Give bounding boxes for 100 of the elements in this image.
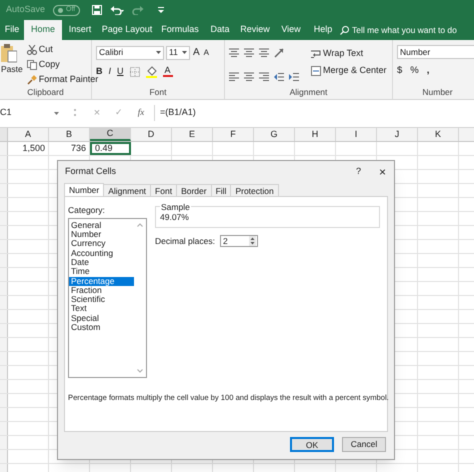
row-header[interactable]: [0, 408, 8, 421]
ribbon-tab[interactable]: Insert: [62, 20, 98, 40]
row-header[interactable]: [0, 184, 8, 197]
dialog-tab[interactable]: Font: [151, 184, 178, 197]
cut-button[interactable]: Cut: [26, 43, 98, 56]
ribbon-tab[interactable]: Data: [204, 20, 236, 40]
font-name-field[interactable]: Calibri: [96, 46, 164, 60]
merge-center-button[interactable]: Merge & Center: [311, 64, 387, 77]
table-cell[interactable]: 1,500: [8, 142, 49, 155]
italic-button[interactable]: I: [108, 65, 112, 78]
table-cell[interactable]: 0.49: [90, 142, 131, 155]
dialog-tab[interactable]: Alignment: [104, 184, 152, 197]
category-item[interactable]: Text: [69, 304, 134, 314]
paste-button[interactable]: Paste: [0, 40, 23, 86]
customize-icon[interactable]: [158, 6, 164, 14]
bottom-align-icon[interactable]: [259, 48, 269, 58]
column-header[interactable]: F: [213, 128, 254, 141]
category-item[interactable]: Special: [69, 314, 134, 324]
bold-button[interactable]: B: [96, 65, 102, 78]
row-header[interactable]: [0, 226, 8, 239]
help-button[interactable]: ?: [356, 165, 361, 179]
ribbon-tab[interactable]: File: [0, 20, 24, 40]
ribbon-tab[interactable]: Home: [24, 20, 62, 40]
save-icon[interactable]: [92, 5, 102, 15]
search-field[interactable]: Tell me what you want to do: [338, 20, 457, 40]
insert-function-button[interactable]: fx: [132, 106, 150, 120]
row-header[interactable]: [0, 380, 8, 393]
percent-button[interactable]: %: [410, 64, 419, 78]
currency-button[interactable]: $: [397, 64, 402, 78]
column-header[interactable]: J: [377, 128, 418, 141]
column-header[interactable]: K: [418, 128, 459, 141]
row-header[interactable]: [0, 310, 8, 323]
orientation-icon[interactable]: [274, 48, 284, 58]
column-header[interactable]: H: [295, 128, 336, 141]
row-header[interactable]: [0, 198, 8, 211]
category-item[interactable]: Custom: [69, 323, 134, 332]
category-item[interactable]: Number: [69, 230, 134, 240]
ribbon-tab[interactable]: Help: [308, 20, 338, 40]
column-header[interactable]: C: [90, 128, 131, 141]
middle-align-icon[interactable]: [244, 48, 254, 58]
number-format-field[interactable]: Number: [397, 45, 474, 59]
dialog-tab[interactable]: Number: [64, 183, 104, 197]
dialog-tab[interactable]: Border: [177, 184, 212, 197]
row-header[interactable]: [0, 338, 8, 351]
top-align-icon[interactable]: [229, 48, 239, 58]
wrap-text-button[interactable]: Wrap Text: [311, 47, 387, 60]
align-center-icon[interactable]: [244, 72, 254, 82]
undo-icon[interactable]: [110, 5, 124, 15]
category-item[interactable]: Percentage: [69, 276, 134, 286]
column-header[interactable]: A: [8, 128, 49, 141]
table-cell[interactable]: 736: [49, 142, 90, 155]
category-item[interactable]: Fraction: [69, 286, 134, 296]
font-size-field[interactable]: 11: [166, 46, 190, 60]
fill-color-icon[interactable]: [146, 66, 157, 78]
borders-icon[interactable]: [130, 66, 140, 77]
decrease-indent-icon[interactable]: [274, 72, 284, 82]
ribbon-tab[interactable]: Page Layout: [98, 20, 156, 40]
category-item[interactable]: Date: [69, 258, 134, 268]
align-right-icon[interactable]: [259, 72, 269, 82]
row-header[interactable]: [0, 450, 8, 463]
font-color-button[interactable]: A: [162, 66, 173, 78]
dialog-button[interactable]: OK: [290, 437, 334, 452]
row-header[interactable]: [0, 296, 8, 309]
row-header[interactable]: [0, 366, 8, 379]
dialog-tab[interactable]: Protection: [231, 184, 279, 197]
category-item[interactable]: Time: [69, 267, 134, 277]
row-header[interactable]: [0, 240, 8, 253]
row-header[interactable]: [0, 156, 8, 169]
close-button[interactable]: ×: [378, 163, 386, 181]
underline-button[interactable]: U: [117, 65, 124, 78]
category-item[interactable]: Scientific: [69, 295, 134, 304]
shrink-font-button[interactable]: A: [202, 46, 210, 58]
row-header[interactable]: [0, 142, 8, 155]
format-painter-button[interactable]: Format Painter: [26, 73, 98, 86]
grow-font-button[interactable]: A: [192, 45, 201, 60]
column-header[interactable]: I: [336, 128, 377, 141]
row-header[interactable]: [0, 436, 8, 449]
row-header[interactable]: [0, 268, 8, 281]
ribbon-tab[interactable]: Review: [236, 20, 274, 40]
align-left-icon[interactable]: [229, 72, 239, 82]
column-header[interactable]: E: [172, 128, 213, 141]
select-all-corner[interactable]: [0, 128, 8, 141]
category-item[interactable]: General: [69, 220, 134, 230]
decimal-places-field[interactable]: 2: [220, 235, 258, 248]
row-header[interactable]: [0, 212, 8, 225]
row-header[interactable]: [0, 170, 8, 183]
ribbon-tab[interactable]: Formulas: [156, 20, 204, 40]
row-header[interactable]: [0, 324, 8, 337]
row-header[interactable]: [0, 394, 8, 407]
increase-indent-icon[interactable]: [289, 72, 299, 82]
comma-button[interactable]: ,: [426, 64, 430, 78]
category-item[interactable]: Accounting: [69, 248, 134, 258]
column-header[interactable]: G: [254, 128, 295, 141]
category-item[interactable]: Currency: [69, 239, 134, 249]
dialog-button[interactable]: Cancel: [342, 437, 386, 452]
column-header[interactable]: D: [131, 128, 172, 141]
category-list[interactable]: General Number Currency Accounting Date Time Percentage Fraction Scientific Text Special Custom: [68, 218, 147, 378]
row-header[interactable]: [0, 282, 8, 295]
row-header[interactable]: [0, 422, 8, 435]
ribbon-tab[interactable]: View: [274, 20, 308, 40]
